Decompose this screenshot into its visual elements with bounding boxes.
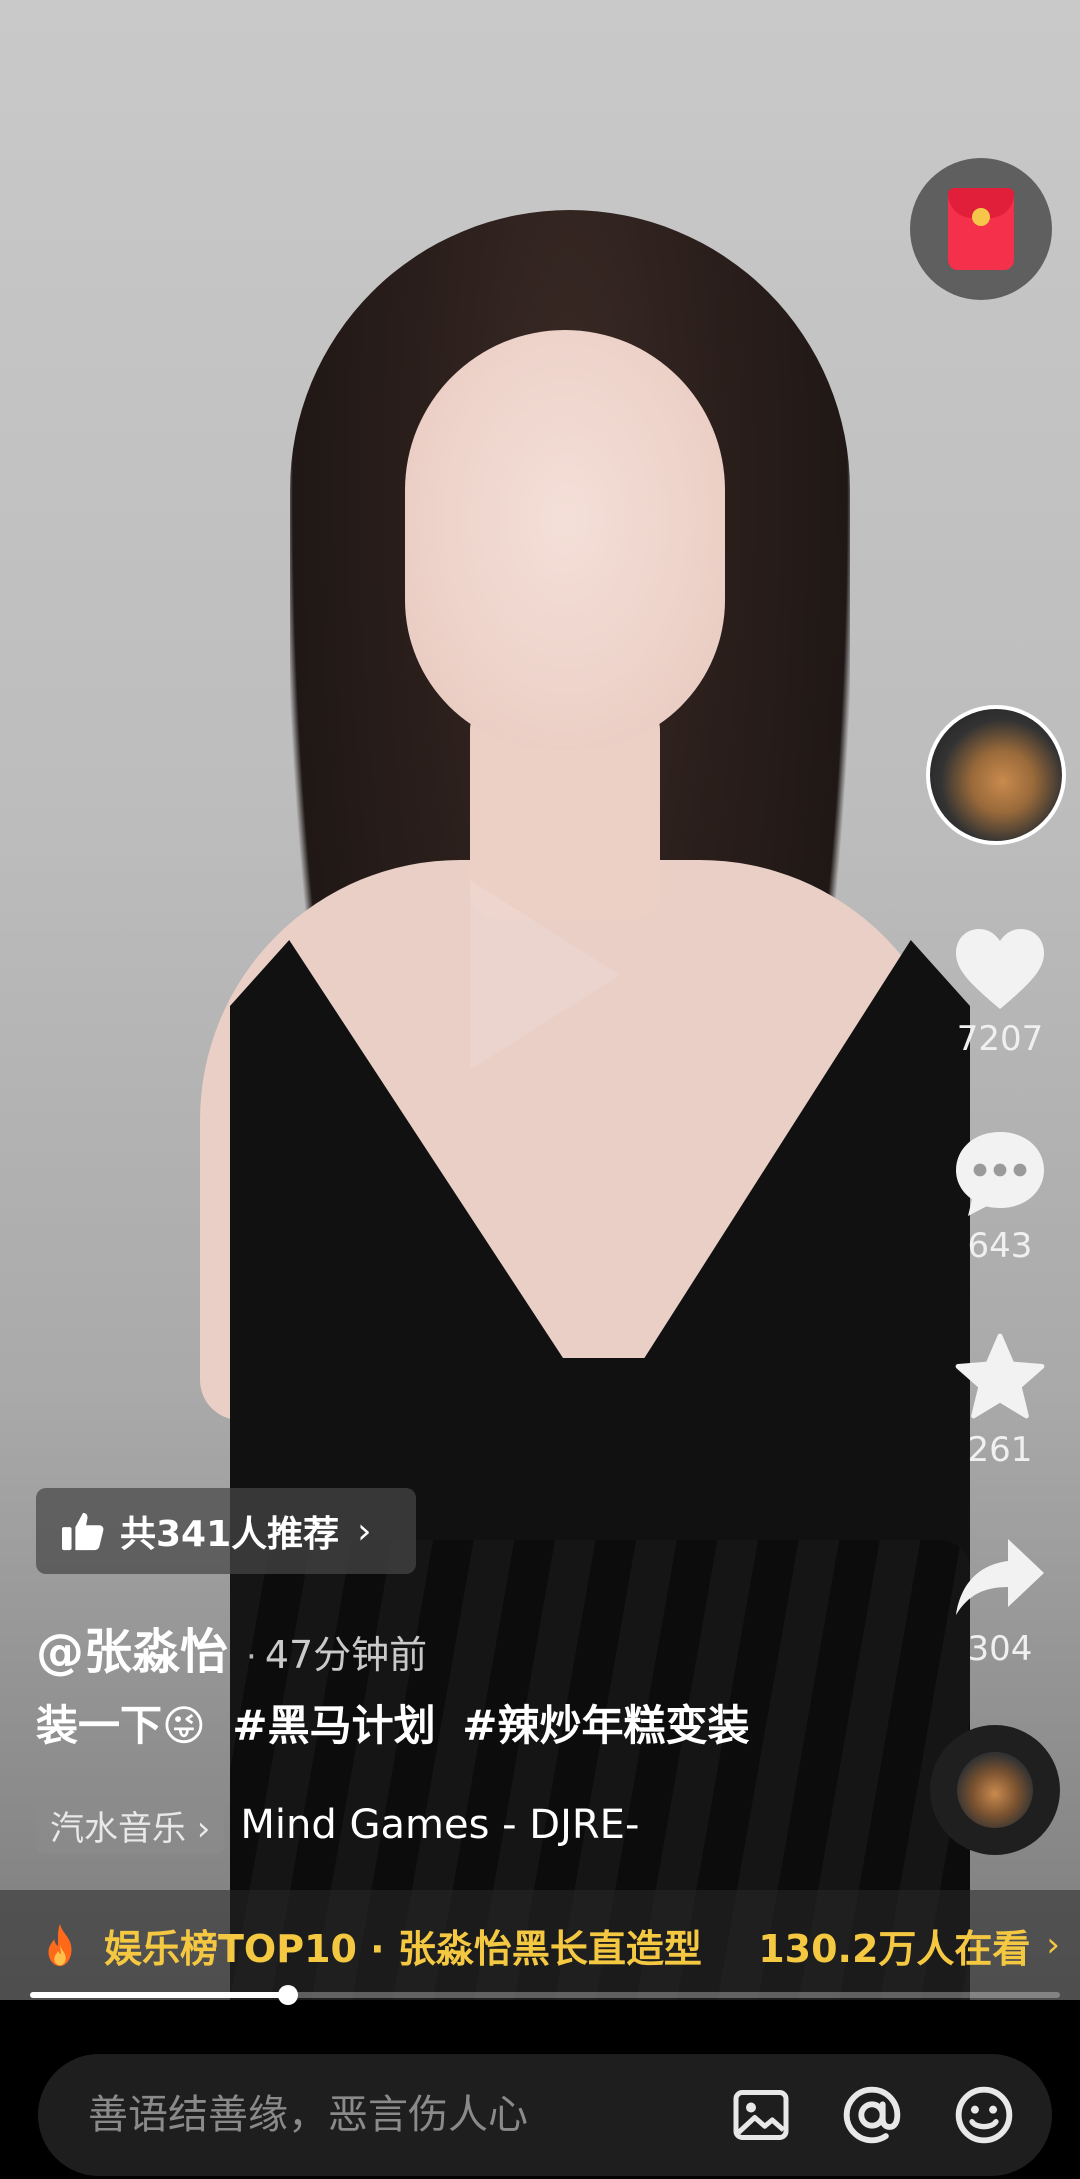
progress-bar[interactable] [30, 1985, 1060, 2005]
music-row: 汽水音乐 › Mind Games - DJRE- [36, 1796, 639, 1854]
author-row: @张淼怡 · 47分钟前 [36, 1612, 427, 1682]
like-count: 7207 [956, 1019, 1044, 1059]
favorite-button[interactable]: 261 [940, 1332, 1060, 1470]
thumbs-up-icon [62, 1512, 104, 1551]
recommend-pill[interactable]: 共341人推荐 › [36, 1488, 416, 1574]
mention-button[interactable] [840, 2083, 904, 2147]
chevron-right-icon: › [357, 1510, 372, 1552]
music-disc[interactable] [930, 1725, 1060, 1855]
like-button[interactable]: 7207 [940, 925, 1060, 1059]
comment-bar [38, 2054, 1052, 2176]
separator-dot: · [246, 1637, 257, 1677]
red-packet-icon [948, 188, 1014, 270]
star-icon [955, 1333, 1045, 1419]
caption-text: 装一下😜 [36, 1701, 206, 1750]
progress-knob[interactable] [277, 1985, 298, 2005]
favorite-count: 261 [967, 1430, 1033, 1470]
emoji-button[interactable] [952, 2083, 1016, 2147]
post-caption: 装一下😜 #黑马计划 #辣炒年糕变装 [36, 1692, 749, 1753]
music-disc-cover [957, 1752, 1033, 1828]
music-app-tag[interactable]: 汽水音乐 › [36, 1796, 225, 1854]
comment-icon [956, 1132, 1044, 1216]
hashtag-link[interactable]: #辣炒年糕变装 [462, 1701, 749, 1750]
watching-count: 130.2万人在看 [758, 1926, 1031, 1971]
comment-input[interactable] [86, 2091, 730, 2139]
at-icon [843, 2086, 901, 2144]
fire-icon [48, 1923, 72, 1967]
image-button[interactable] [730, 2085, 792, 2145]
author-name[interactable]: @张淼怡 [36, 1612, 228, 1682]
video-subject-face [405, 330, 725, 750]
progress-fill [30, 1992, 288, 1998]
play-icon [470, 880, 620, 1070]
chevron-right-icon: › [1046, 1925, 1060, 1965]
post-time: 47分钟前 [264, 1633, 428, 1677]
red-packet-button[interactable] [910, 158, 1052, 300]
comment-button[interactable]: 643 [940, 1128, 1060, 1266]
hot-list-bar[interactable]: 娱乐榜TOP10 · 张淼怡黑长直造型 130.2万人在看 › [0, 1890, 1080, 2000]
share-count: 304 [967, 1629, 1033, 1669]
image-icon [733, 2090, 789, 2140]
share-button[interactable]: 304 [940, 1535, 1060, 1669]
recommend-label: 共341人推荐 [120, 1514, 340, 1555]
author-avatar[interactable] [926, 705, 1066, 845]
emoji-icon [955, 2086, 1013, 2144]
share-icon [956, 1539, 1044, 1615]
hot-list-title: 娱乐榜TOP10 · 张淼怡黑长直造型 [104, 1926, 702, 1971]
heart-icon [956, 929, 1044, 1009]
hashtag-link[interactable]: #黑马计划 [232, 1701, 435, 1750]
comment-count: 643 [967, 1226, 1033, 1266]
music-name[interactable]: Mind Games - DJRE- [240, 1802, 639, 1848]
